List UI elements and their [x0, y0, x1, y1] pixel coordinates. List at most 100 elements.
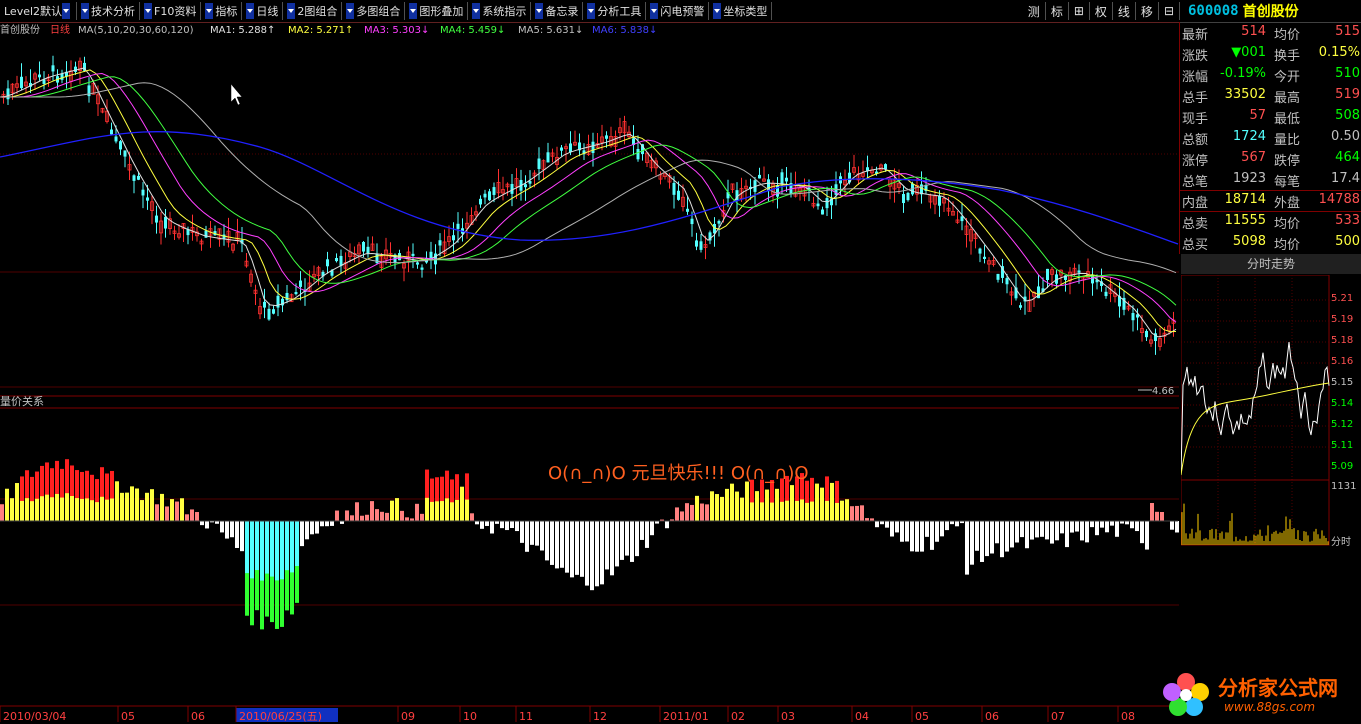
volume-bar-down: [480, 521, 484, 529]
toolbar-right-item-3[interactable]: 权: [1090, 2, 1113, 20]
date-label: 09: [401, 710, 415, 723]
toolbar-item-3[interactable]: 指标: [201, 2, 242, 20]
toolbar-item-10[interactable]: 分析工具: [583, 2, 646, 20]
volume-bar-down-inner: [1000, 521, 1004, 541]
volume-bar-up-inner: [160, 509, 164, 521]
volume-bar-down-inner: [595, 521, 599, 557]
candle-body: [115, 136, 118, 141]
volume-bar-down: [515, 521, 519, 531]
toolbar-item-0[interactable]: Level2默认: [0, 2, 77, 20]
site-logo: 分析家公式网 www.88gs.com: [1158, 664, 1361, 723]
volume-bar-down: [300, 521, 304, 546]
intraday-title[interactable]: 分时走势: [1181, 254, 1361, 274]
toolbar-item-6[interactable]: 多图组合: [342, 2, 405, 20]
toolbar-item-1[interactable]: 技术分析: [77, 2, 140, 20]
volume-bar-up-inner: [735, 508, 739, 521]
kline-chart[interactable]: 首创股份日线MA(5,10,20,30,60,120)MA1: 5.288↑MA…: [0, 22, 1179, 723]
volume-bar-down-inner: [605, 521, 609, 548]
toolbar-right-item-5[interactable]: 移: [1136, 2, 1159, 20]
volume-bar-up: [385, 513, 389, 521]
volume-bar-up: [175, 502, 179, 521]
toolbar-right-item-4[interactable]: 线: [1113, 2, 1136, 20]
date-label: 12: [593, 710, 607, 723]
quote-panel: 最新514均价515涨跌▼001换手0.15%涨幅-0.19%今开510总手33…: [1179, 22, 1361, 254]
toolbar-item-2[interactable]: F10资料: [140, 2, 201, 20]
volume-bar-up-inner: [825, 501, 829, 521]
quote-v1: 18714: [1225, 192, 1266, 207]
intraday-price-tick: 5.16: [1331, 356, 1353, 367]
toolbar-right-item-6[interactable]: ⊟: [1159, 2, 1180, 20]
quote-l1: 涨停: [1182, 150, 1208, 169]
toolbar-item-12[interactable]: 坐标类型: [709, 2, 772, 20]
volume-bar-down-inner: [625, 521, 629, 540]
candle-body: [155, 216, 158, 223]
dropdown-arrow-icon: [713, 3, 721, 19]
quote-v2: 17.4: [1331, 171, 1360, 186]
volume-bar-up: [1155, 512, 1159, 521]
dropdown-arrow-icon: [472, 3, 480, 19]
quote-l2: 外盘: [1274, 192, 1300, 211]
volume-bar-down-inner: [990, 521, 994, 539]
candle-body: [488, 191, 491, 200]
volume-bar-down-inner: [635, 521, 639, 540]
volume-bar-down-inner: [295, 521, 299, 566]
candle-body: [52, 65, 55, 71]
quote-l2: 均价: [1274, 234, 1300, 253]
volume-bar-down: [945, 521, 949, 530]
volume-bar-up: [405, 517, 409, 521]
toolbar-item-9[interactable]: 备忘录: [531, 2, 583, 20]
toolbar-item-label: 分析工具: [597, 3, 641, 19]
volume-bar-up-inner: [95, 502, 99, 521]
volume-bar-up: [720, 497, 724, 521]
volume-bar-down-inner: [920, 521, 924, 538]
intraday-volume-max: 1131: [1331, 481, 1356, 492]
volume-bar-down: [1065, 521, 1069, 547]
toolbar-item-label: 指标: [215, 3, 237, 19]
volume-bar-up-inner: [710, 508, 714, 521]
candle-body: [110, 130, 113, 135]
volume-bar-down: [1020, 521, 1024, 537]
volume-bar-down-inner: [970, 521, 974, 545]
flower-logo-icon: [1158, 664, 1218, 720]
volume-bar-up: [705, 504, 709, 521]
toolbar-item-11[interactable]: 闪电预警: [646, 2, 709, 20]
candle-body: [362, 242, 365, 252]
quote-row: 总额1724量比0.50: [1180, 127, 1361, 148]
quote-row: 总卖11555均价533: [1180, 211, 1361, 232]
intraday-chart[interactable]: 5.215.195.185.165.155.145.125.115.091131…: [1181, 275, 1361, 664]
toolbar-item-4[interactable]: 日线: [242, 2, 283, 20]
date-label: 08: [1121, 710, 1135, 723]
volume-bar-up-inner: [135, 506, 139, 521]
dropdown-arrow-icon: [409, 3, 417, 19]
quote-row: 总笔1923每笔17.4: [1180, 169, 1361, 190]
volume-bar-down: [235, 521, 239, 548]
volume-bar-up-inner: [105, 500, 109, 521]
quote-v1: 1724: [1233, 129, 1266, 144]
toolbar-item-8[interactable]: 系统指示: [468, 2, 531, 20]
toolbar-right-item-2[interactable]: ⊞: [1069, 2, 1090, 20]
toolbar-item-5[interactable]: 2图组合: [283, 2, 342, 20]
volume-bar-up-inner: [60, 498, 64, 521]
quote-l1: 内盘: [1182, 192, 1208, 211]
chart-legend-ma4: MA4: 5.459↓: [440, 25, 505, 36]
volume-bar-down: [505, 521, 509, 530]
toolbar-item-7[interactable]: 图形叠加: [405, 2, 468, 20]
candle-body: [133, 175, 136, 181]
quote-v1: 33502: [1225, 87, 1266, 102]
quote-l2: 均价: [1274, 213, 1300, 232]
volume-bar-down: [485, 521, 489, 526]
volume-bar-up: [690, 505, 694, 521]
quote-l2: 均价: [1274, 24, 1300, 43]
candle-body: [416, 262, 419, 264]
toolbar-right-item-1[interactable]: 标: [1046, 2, 1069, 20]
candle-body: [74, 67, 77, 72]
quote-v2: 515: [1335, 24, 1360, 39]
volume-bar-down-inner: [265, 521, 269, 574]
toolbar-right-item-0[interactable]: 测: [1023, 2, 1046, 20]
candle-body: [524, 184, 527, 187]
volume-bar-up-inner: [745, 503, 749, 521]
volume-bar-down-inner: [525, 521, 529, 538]
volume-bar-down-inner: [915, 521, 919, 538]
volume-bar-up: [185, 514, 189, 521]
ma1-line: [0, 68, 1176, 337]
